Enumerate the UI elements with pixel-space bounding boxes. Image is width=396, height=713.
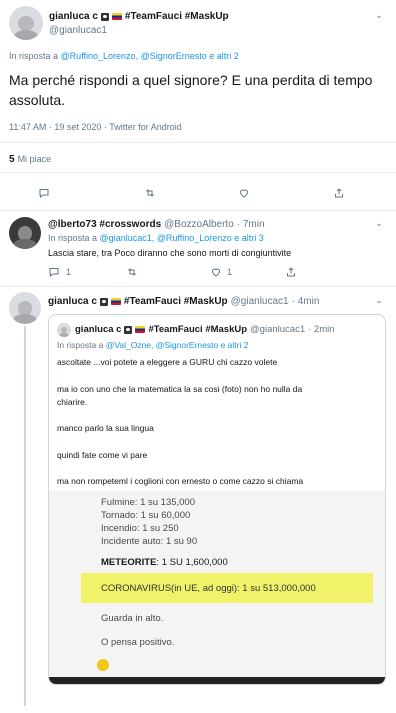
chevron-down-icon[interactable]: ⌄	[375, 296, 383, 305]
venezuela-flag-icon	[110, 298, 121, 305]
quoted-handle: @gianlucac1	[250, 324, 306, 335]
quoted-avatar	[57, 323, 71, 337]
reply-handle[interactable]: @BozzoAlberto	[164, 219, 234, 230]
quoted-media-image[interactable]: Fulmine: 1 su 135,000 Tornado: 1 su 60,0…	[49, 491, 385, 684]
reply-text: Lascia stare, tra Poco diranno che sono …	[48, 248, 292, 258]
author-display-name[interactable]: gianluca c	[49, 11, 98, 22]
quoted-reply-to-line: In risposta a @Val_Ozne, @SignorErnesto …	[57, 340, 249, 350]
like-heart-icon[interactable]	[208, 264, 224, 280]
retweet-icon[interactable]	[124, 264, 140, 280]
divider	[0, 286, 396, 287]
author-hashtags: #TeamFauci #MaskUp	[124, 11, 229, 22]
reply-handle[interactable]: @gianlucac1	[231, 296, 289, 307]
media-pensa-line: O pensa positivo.	[101, 637, 175, 648]
media-stat-line: Tornado: 1 su 60,000	[101, 510, 191, 521]
reply-to-line: In risposta a @Ruffino_Lorenzo, @SignorE…	[9, 51, 239, 61]
likes-label: Mi piace	[17, 154, 52, 164]
like-count: 1	[227, 267, 233, 277]
hand-emoji-icon	[97, 659, 109, 671]
author-name-line[interactable]: gianluca c #TeamFauci #MaskUp	[49, 11, 229, 22]
likes-summary[interactable]: 5 Mi piace	[9, 154, 51, 165]
likes-count: 5	[9, 154, 15, 165]
quoted-reply-to-users: @Val_Ozne, @SignorErnesto e altri 2	[105, 340, 249, 350]
main-tweet-text: Ma perché rispondi a quel signore? E una…	[9, 72, 373, 108]
quoted-text-line: quindi fate come vi pare	[57, 450, 148, 460]
venezuela-flag-icon	[111, 13, 122, 20]
media-stat-line: Fulmine: 1 su 135,000	[101, 497, 196, 508]
author-handle[interactable]: @gianlucac1	[49, 25, 107, 36]
divider	[0, 210, 396, 211]
reply-display-name[interactable]: @lberto73 #crosswords	[48, 219, 161, 230]
media-meteorite-line: METEORITE: 1 SU 1,600,000	[101, 557, 228, 568]
media-coronavirus-line: CORONAVIRUS(in UE, ad oggi): 1 su 513,00…	[101, 583, 316, 594]
quoted-text-line: ascoltate ...voi potete a eleggere a GUR…	[57, 357, 278, 367]
reply-display-name[interactable]: gianluca c	[48, 296, 97, 307]
tweet-timestamp[interactable]: 11:47 AM · 19 set 2020 · Twitter for And…	[9, 122, 182, 132]
reply-hashtags: #TeamFauci #MaskUp	[123, 296, 228, 307]
media-bottom-border	[49, 677, 385, 684]
quoted-text-line: manco parlo la sua lingua	[57, 423, 154, 433]
quoted-text-line: ma io con uno che la matematica la sa co…	[57, 384, 303, 394]
quoted-text-line: ma non rompeteml i coglioni con ernesto …	[57, 476, 304, 486]
pirate-flag-icon	[100, 12, 109, 21]
quoted-display-name: gianluca c	[75, 324, 122, 335]
chevron-down-icon[interactable]: ⌄	[375, 219, 383, 228]
pirate-flag-icon	[124, 325, 133, 334]
author-avatar[interactable]	[9, 6, 43, 40]
like-heart-icon[interactable]	[236, 185, 252, 201]
reply-to-users-link[interactable]: @Ruffino_Lorenzo, @SignorErnesto e altri…	[61, 51, 239, 61]
pirate-flag-icon	[99, 297, 108, 306]
quoted-time: · 2min	[308, 324, 335, 335]
reply-to-users-link[interactable]: @gianlucac1, @Ruffino_Lorenzo e altri 3	[100, 233, 264, 243]
quoted-text-line: chiarire.	[57, 397, 88, 407]
reply-icon[interactable]	[36, 185, 52, 201]
quoted-tweet[interactable]: gianluca c #TeamFauci #MaskUp @gianlucac…	[48, 314, 386, 685]
chevron-down-icon[interactable]: ⌄	[375, 11, 383, 20]
divider	[0, 172, 396, 173]
quoted-hashtags: #TeamFauci #MaskUp	[148, 324, 248, 335]
share-icon[interactable]	[283, 264, 299, 280]
retweet-icon[interactable]	[142, 185, 158, 201]
divider	[0, 142, 396, 143]
venezuela-flag-icon	[135, 326, 146, 333]
reply-name-line[interactable]: @lberto73 #crosswords @BozzoAlberto · 7m…	[48, 219, 265, 230]
reply-time[interactable]: · 7min	[237, 219, 265, 230]
reply-avatar[interactable]	[9, 217, 41, 249]
media-stat-line: Incidente auto: 1 su 90	[101, 536, 198, 547]
share-icon[interactable]	[331, 185, 347, 201]
quoted-name-line: gianluca c #TeamFauci #MaskUp @gianlucac…	[75, 324, 335, 335]
reply-name-line[interactable]: gianluca c #TeamFauci #MaskUp @gianlucac…	[48, 296, 319, 307]
reply-time[interactable]: · 4min	[292, 296, 320, 307]
media-stat-line: Incendio: 1 su 250	[101, 523, 179, 534]
reply-count: 1	[66, 267, 72, 277]
reply-avatar[interactable]	[9, 292, 41, 324]
reply-icon[interactable]	[46, 264, 62, 280]
reply-to-line: In risposta a @gianlucac1, @Ruffino_Lore…	[48, 233, 264, 243]
media-guarda-line: Guarda in alto.	[101, 613, 164, 624]
thread-line	[24, 326, 26, 706]
